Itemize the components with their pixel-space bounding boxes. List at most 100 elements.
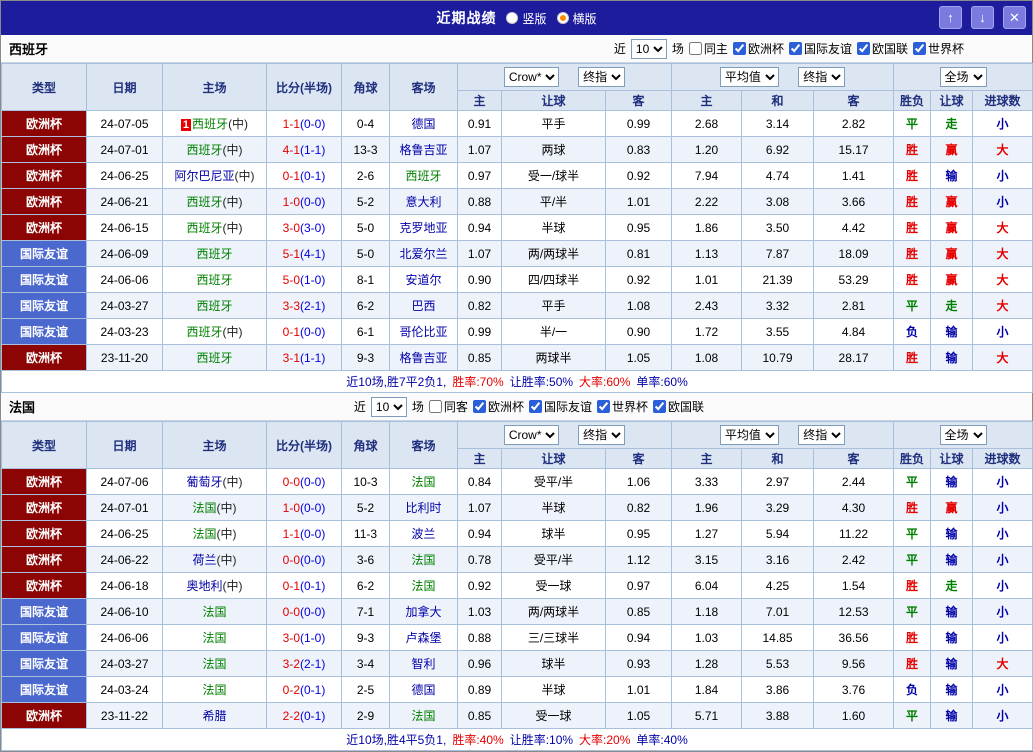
competition-checkbox[interactable] (856, 42, 870, 55)
score-cell[interactable]: 0-0(0-0) (266, 546, 342, 573)
competition-checkbox[interactable] (652, 400, 666, 413)
odds-time-select[interactable]: 终指 (578, 425, 626, 445)
score-cell[interactable]: 1-1(0-0) (266, 110, 342, 137)
away-team-cell[interactable]: 法国 (389, 468, 458, 495)
score-cell[interactable]: 1-0(0-0) (266, 494, 342, 521)
score-cell[interactable]: 5-1(4-1) (266, 240, 342, 267)
away-team-cell[interactable]: 哥伦比亚 (389, 318, 458, 345)
league-cell[interactable]: 国际友谊 (1, 650, 87, 677)
away-team-cell[interactable]: 法国 (389, 702, 458, 729)
league-cell[interactable]: 欧洲杯 (1, 468, 87, 495)
avg-time-select[interactable]: 终指 (798, 67, 846, 87)
avg-odds-select[interactable]: 平均值 (719, 425, 779, 445)
layout-horizontal-radio[interactable]: 横版 (556, 10, 597, 27)
competition-checkbox[interactable] (472, 400, 486, 413)
away-team-cell[interactable]: 格鲁吉亚 (389, 136, 458, 163)
score-cell[interactable]: 1-1(0-0) (266, 520, 342, 547)
score-cell[interactable]: 3-0(1-0) (266, 624, 342, 651)
score-cell[interactable]: 2-2(0-1) (266, 702, 342, 729)
score-cell[interactable]: 5-0(1-0) (266, 266, 342, 293)
away-team-cell[interactable]: 法国 (389, 546, 458, 573)
odds-source-select[interactable]: Crow* (503, 67, 559, 87)
competition-option[interactable]: 世界杯 (912, 40, 964, 57)
odds-time-select[interactable]: 终指 (578, 67, 626, 87)
league-cell[interactable]: 国际友谊 (1, 598, 87, 625)
away-team-cell[interactable]: 法国 (389, 572, 458, 599)
competition-option[interactable]: 国际友谊 (528, 398, 592, 415)
home-team-cell[interactable]: 西班牙(中) (162, 214, 267, 241)
competition-option[interactable]: 欧国联 (856, 40, 908, 57)
competition-checkbox[interactable] (732, 42, 746, 55)
away-team-cell[interactable]: 北爱尔兰 (389, 240, 458, 267)
score-cell[interactable]: 4-1(1-1) (266, 136, 342, 163)
period-select[interactable]: 全场 (939, 67, 987, 87)
same-venue-option[interactable]: 同客 (428, 398, 468, 415)
league-cell[interactable]: 欧洲杯 (1, 344, 87, 371)
odds-source-select[interactable]: Crow* (503, 425, 559, 445)
league-cell[interactable]: 欧洲杯 (1, 702, 87, 729)
same-venue-checkbox[interactable] (688, 42, 702, 55)
away-team-cell[interactable]: 西班牙 (389, 162, 458, 189)
score-cell[interactable]: 3-3(2-1) (266, 292, 342, 319)
score-cell[interactable]: 3-2(2-1) (266, 650, 342, 677)
home-team-cell[interactable]: 阿尔巴尼亚(中) (162, 162, 267, 189)
league-cell[interactable]: 欧洲杯 (1, 572, 87, 599)
home-team-cell[interactable]: 希腊 (162, 702, 267, 729)
home-team-cell[interactable]: 奥地利(中) (162, 572, 267, 599)
same-venue-checkbox[interactable] (428, 400, 442, 413)
competition-option[interactable]: 欧洲杯 (472, 398, 524, 415)
avg-time-select[interactable]: 终指 (798, 425, 846, 445)
league-cell[interactable]: 国际友谊 (1, 240, 87, 267)
home-team-cell[interactable]: 1 西班牙(中) (162, 110, 267, 137)
away-team-cell[interactable]: 波兰 (389, 520, 458, 547)
home-team-cell[interactable]: 荷兰(中) (162, 546, 267, 573)
league-cell[interactable]: 欧洲杯 (1, 546, 87, 573)
home-team-cell[interactable]: 法国 (162, 676, 267, 703)
match-count-select[interactable]: 10 (630, 38, 667, 59)
competition-checkbox[interactable] (788, 42, 802, 55)
home-team-cell[interactable]: 西班牙 (162, 240, 267, 267)
home-team-cell[interactable]: 西班牙(中) (162, 136, 267, 163)
away-team-cell[interactable]: 克罗地亚 (389, 214, 458, 241)
league-cell[interactable]: 欧洲杯 (1, 188, 87, 215)
away-team-cell[interactable]: 比利时 (389, 494, 458, 521)
home-team-cell[interactable]: 法国 (162, 624, 267, 651)
score-cell[interactable]: 0-1(0-1) (266, 572, 342, 599)
league-cell[interactable]: 欧洲杯 (1, 520, 87, 547)
league-cell[interactable]: 欧洲杯 (1, 214, 87, 241)
home-team-cell[interactable]: 法国(中) (162, 494, 267, 521)
away-team-cell[interactable]: 格鲁吉亚 (389, 344, 458, 371)
competition-option[interactable]: 欧洲杯 (732, 40, 784, 57)
competition-checkbox[interactable] (596, 400, 610, 413)
away-team-cell[interactable]: 德国 (389, 676, 458, 703)
home-team-cell[interactable]: 法国 (162, 598, 267, 625)
competition-checkbox[interactable] (912, 42, 926, 55)
close-button[interactable]: ✕ (1003, 6, 1026, 29)
league-cell[interactable]: 国际友谊 (1, 676, 87, 703)
score-cell[interactable]: 1-0(0-0) (266, 188, 342, 215)
home-team-cell[interactable]: 西班牙 (162, 292, 267, 319)
home-team-cell[interactable]: 法国(中) (162, 520, 267, 547)
move-down-button[interactable]: ↓ (971, 6, 994, 29)
league-cell[interactable]: 国际友谊 (1, 318, 87, 345)
away-team-cell[interactable]: 巴西 (389, 292, 458, 319)
score-cell[interactable]: 3-1(1-1) (266, 344, 342, 371)
score-cell[interactable]: 0-0(0-0) (266, 468, 342, 495)
match-count-select[interactable]: 10 (370, 396, 407, 417)
league-cell[interactable]: 欧洲杯 (1, 494, 87, 521)
competition-option[interactable]: 国际友谊 (788, 40, 852, 57)
period-select[interactable]: 全场 (939, 425, 987, 445)
home-team-cell[interactable]: 葡萄牙(中) (162, 468, 267, 495)
score-cell[interactable]: 0-2(0-1) (266, 676, 342, 703)
competition-checkbox[interactable] (528, 400, 542, 413)
league-cell[interactable]: 国际友谊 (1, 266, 87, 293)
home-team-cell[interactable]: 西班牙(中) (162, 318, 267, 345)
away-team-cell[interactable]: 加拿大 (389, 598, 458, 625)
home-team-cell[interactable]: 法国 (162, 650, 267, 677)
away-team-cell[interactable]: 安道尔 (389, 266, 458, 293)
away-team-cell[interactable]: 意大利 (389, 188, 458, 215)
score-cell[interactable]: 0-0(0-0) (266, 598, 342, 625)
home-team-cell[interactable]: 西班牙 (162, 344, 267, 371)
competition-option[interactable]: 欧国联 (652, 398, 704, 415)
same-venue-option[interactable]: 同主 (688, 40, 728, 57)
